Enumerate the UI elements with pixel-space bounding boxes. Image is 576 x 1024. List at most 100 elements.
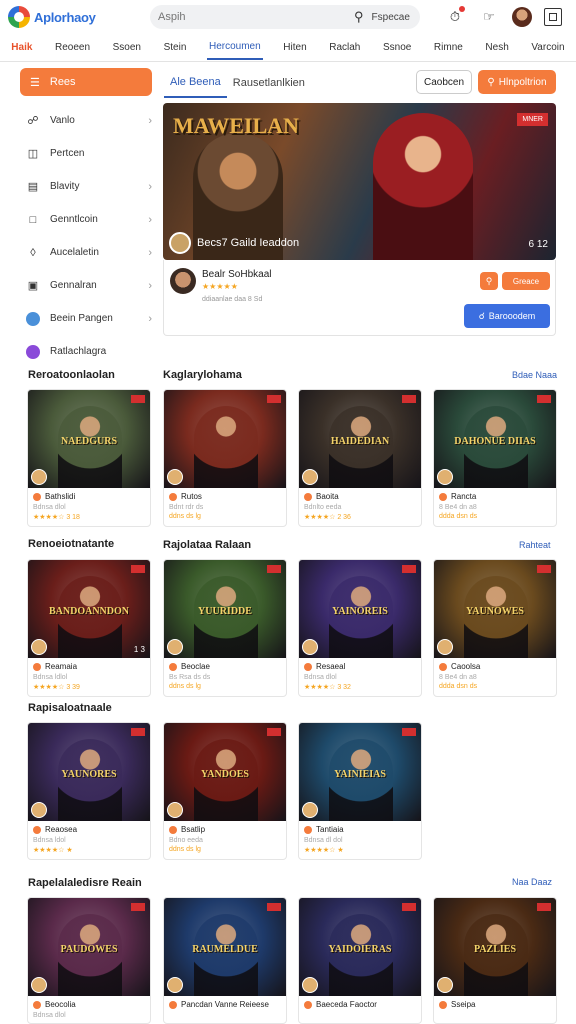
- sidebar-main-button[interactable]: ☰ Rees: [20, 68, 152, 96]
- card-name[interactable]: Baoita: [316, 492, 339, 501]
- author-avatar[interactable]: [170, 268, 196, 294]
- card-name[interactable]: Pancdan Vanne Reieese: [181, 1000, 269, 1009]
- card-thumbnail[interactable]: PAZLIES: [434, 898, 556, 996]
- author-name[interactable]: Bealr SoHbkaal: [202, 269, 271, 280]
- search-input[interactable]: [158, 11, 348, 23]
- card-thumbnail[interactable]: [164, 390, 286, 488]
- card-avatar[interactable]: [167, 639, 183, 655]
- card-thumbnail[interactable]: DAHONUE DIIAS: [434, 390, 556, 488]
- card-thumbnail[interactable]: YAINIEIAS: [299, 723, 421, 821]
- nav-item[interactable]: Reoeen: [53, 36, 92, 59]
- game-card[interactable]: Rutos Bdnt rdr ds ddns ds lg: [163, 389, 287, 527]
- nav-item[interactable]: Varcoin: [529, 36, 566, 59]
- game-card[interactable]: HAIDEDIAN Baoita Bdnlto eeda ★★★★☆ 2 36: [298, 389, 422, 527]
- card-thumbnail[interactable]: NAEDGURS: [28, 390, 150, 488]
- card-name[interactable]: Rancta: [451, 492, 476, 501]
- sidebar-item[interactable]: ◫ Pertcen: [14, 137, 152, 170]
- sidebar-item[interactable]: Ratlachlagra: [14, 335, 152, 368]
- game-card[interactable]: PAUDOWES Beocolia Bdnsa dlol: [27, 897, 151, 1024]
- card-name[interactable]: Bsatlip: [181, 825, 205, 834]
- card-avatar[interactable]: [302, 802, 318, 818]
- game-card[interactable]: PAZLIES Sseipa: [433, 897, 557, 1024]
- greace-button[interactable]: Greace: [502, 272, 550, 290]
- game-card[interactable]: NAEDGURS Bathslidi Bdnsa dlol ★★★★☆ 3 18: [27, 389, 151, 527]
- card-avatar[interactable]: [31, 802, 47, 818]
- card-avatar[interactable]: [302, 469, 318, 485]
- card-avatar[interactable]: [31, 469, 47, 485]
- sidebar-item[interactable]: ◊ Aucelaletin ›: [14, 236, 152, 269]
- card-name[interactable]: Tantiaia: [316, 825, 344, 834]
- card-avatar[interactable]: [167, 977, 183, 993]
- nav-item[interactable]: Hiten: [281, 36, 308, 59]
- search-icon[interactable]: ⚲: [480, 272, 498, 290]
- game-card[interactable]: BANDOANNDON 1 3 Reamaia Bdnsa ldlol ★★★★☆ 3 …: [27, 559, 151, 697]
- nav-item[interactable]: Raclah: [327, 36, 362, 59]
- user-avatar[interactable]: [512, 7, 532, 27]
- see-more-link[interactable]: Naa Daaz: [512, 877, 552, 887]
- game-card[interactable]: YAUNOWES Caoolsa 8 Be4 dn a8 ddda dsn ds: [433, 559, 557, 697]
- app-name[interactable]: Aplorhaoy: [34, 10, 96, 25]
- card-name[interactable]: Reaosea: [45, 825, 77, 834]
- card-avatar[interactable]: [302, 977, 318, 993]
- card-thumbnail[interactable]: YAINOREIS: [299, 560, 421, 658]
- card-name[interactable]: Caoolsa: [451, 662, 480, 671]
- featured-banner[interactable]: MAWEILAN MNER Becs7 Gaild Ieaddon 6 12: [163, 103, 556, 260]
- card-name[interactable]: Baeceda Faoctor: [316, 1000, 377, 1009]
- tab-all[interactable]: Ale Beena: [164, 68, 227, 98]
- nav-item[interactable]: Rimne: [432, 36, 465, 59]
- card-thumbnail[interactable]: YAUNORES: [28, 723, 150, 821]
- card-avatar[interactable]: [31, 977, 47, 993]
- sidebar-item[interactable]: ▤ Blavity ›: [14, 170, 152, 203]
- game-card[interactable]: YAUNORES Reaosea Bdnsa ldol ★★★★☆ ★: [27, 722, 151, 860]
- featured-primary-button[interactable]: ☌ Barooodem: [464, 304, 550, 328]
- secondary-button[interactable]: Caobcen: [416, 70, 472, 94]
- game-card[interactable]: YAIDOIERAS Baeceda Faoctor: [298, 897, 422, 1024]
- game-card[interactable]: DAHONUE DIIAS Rancta 8 Be4 dn a8 ddda dsn d…: [433, 389, 557, 527]
- card-thumbnail[interactable]: YAUNOWES: [434, 560, 556, 658]
- card-thumbnail[interactable]: YANDOES: [164, 723, 286, 821]
- notification-icon[interactable]: ⏱: [444, 6, 466, 28]
- nav-item[interactable]: Ssoen: [111, 36, 143, 59]
- search-button[interactable]: Fspecae: [372, 12, 410, 23]
- card-name[interactable]: Beocolia: [45, 1000, 76, 1009]
- card-name[interactable]: Bathslidi: [45, 492, 75, 501]
- sidebar-item[interactable]: ☍ Vanlo ›: [14, 104, 152, 137]
- card-thumbnail[interactable]: RAUMELDUE: [164, 898, 286, 996]
- nav-item[interactable]: Stein: [162, 36, 189, 59]
- nav-item[interactable]: Ssnoe: [381, 36, 413, 59]
- sidebar-item[interactable]: Beein Pangen ›: [14, 302, 152, 335]
- card-avatar[interactable]: [31, 639, 47, 655]
- gift-icon[interactable]: ☞: [478, 6, 500, 28]
- app-logo-icon[interactable]: [8, 6, 30, 28]
- game-card[interactable]: RAUMELDUE Pancdan Vanne Reieese: [163, 897, 287, 1024]
- card-avatar[interactable]: [437, 977, 453, 993]
- game-card[interactable]: YAINIEIAS Tantiaia Bdnsa dl dol ★★★★☆ ★: [298, 722, 422, 860]
- card-avatar[interactable]: [302, 639, 318, 655]
- search-icon[interactable]: ⚲: [354, 9, 364, 25]
- window-icon[interactable]: [544, 8, 562, 26]
- card-avatar[interactable]: [167, 469, 183, 485]
- card-name[interactable]: Reamaia: [45, 662, 77, 671]
- card-name[interactable]: Sseipa: [451, 1000, 475, 1009]
- card-name[interactable]: Resaeal: [316, 662, 345, 671]
- card-thumbnail[interactable]: YAIDOIERAS: [299, 898, 421, 996]
- card-thumbnail[interactable]: YUURIDDE: [164, 560, 286, 658]
- sidebar-item[interactable]: □ Genntlcoin ›: [14, 203, 152, 236]
- game-card[interactable]: YAINOREIS Resaeal Bdnsa dlol ★★★★☆ 3 32: [298, 559, 422, 697]
- card-avatar[interactable]: [167, 802, 183, 818]
- see-more-link[interactable]: Bdae Naaa: [512, 370, 557, 380]
- tab-recommended[interactable]: Rausetlanlkien: [227, 69, 311, 97]
- card-thumbnail[interactable]: HAIDEDIAN: [299, 390, 421, 488]
- see-more-link[interactable]: Rahteat: [519, 540, 551, 550]
- card-avatar[interactable]: [437, 469, 453, 485]
- card-avatar[interactable]: [437, 639, 453, 655]
- primary-button[interactable]: ⚲ Hlnpoltrion: [478, 70, 556, 94]
- nav-item[interactable]: Haik: [9, 36, 34, 59]
- card-name[interactable]: Beoclae: [181, 662, 210, 671]
- sidebar-item[interactable]: ▣ Gennalran ›: [14, 269, 152, 302]
- game-card[interactable]: YUURIDDE Beoclae Bs Rsa ds ds ddns ds lg: [163, 559, 287, 697]
- card-thumbnail[interactable]: BANDOANNDON 1 3: [28, 560, 150, 658]
- nav-item[interactable]: Hercoumen: [206, 35, 263, 60]
- card-thumbnail[interactable]: PAUDOWES: [28, 898, 150, 996]
- card-name[interactable]: Rutos: [181, 492, 202, 501]
